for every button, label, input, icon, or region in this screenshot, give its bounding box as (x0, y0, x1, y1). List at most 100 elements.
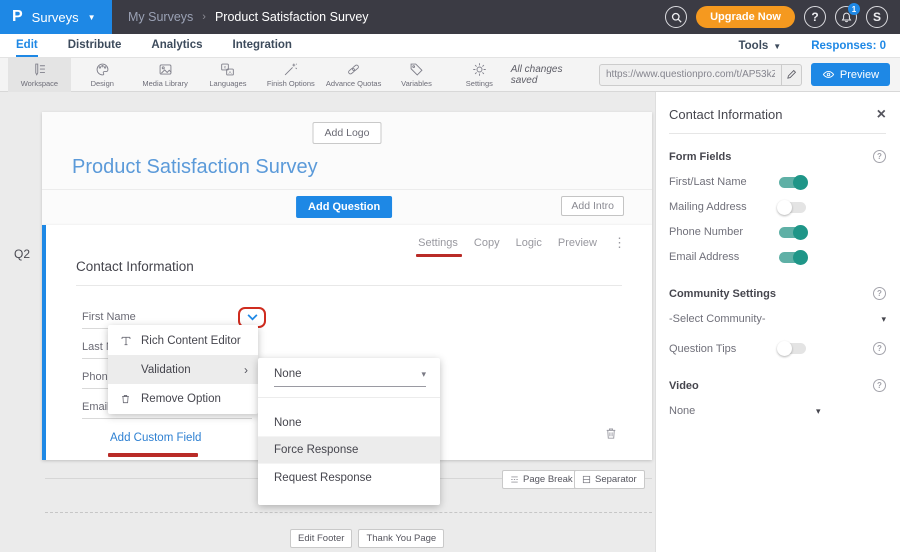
divider (42, 189, 652, 190)
settings-annotation-underline (416, 254, 462, 258)
question-settings-link[interactable]: Settings (418, 237, 458, 249)
field-label-first-name[interactable]: First Name (82, 311, 136, 323)
question-copy-link[interactable]: Copy (474, 237, 500, 249)
community-settings-heading: Community Settings (669, 288, 776, 300)
toolbar-item-settings[interactable]: Settings (448, 58, 511, 92)
survey-title[interactable]: Product Satisfaction Survey (72, 156, 318, 179)
variables-icon (409, 62, 424, 77)
question-more-menu[interactable]: ⋮ (613, 235, 626, 251)
svg-text:x: x (224, 64, 227, 69)
add-intro-button[interactable]: Add Intro (561, 196, 624, 216)
tools-menu[interactable]: Tools ▼ (738, 40, 781, 52)
add-custom-field-link[interactable]: Add Custom Field (110, 432, 201, 444)
page-break-icon (510, 475, 519, 484)
responses-count[interactable]: Responses: 0 (811, 40, 886, 52)
product-switcher[interactable]: P Surveys ▼ (0, 0, 112, 34)
trash-icon (118, 393, 133, 405)
menu-item-rich-content-editor[interactable]: Rich Content Editor (108, 326, 258, 355)
help-icon[interactable]: ? (873, 287, 886, 300)
help-icon[interactable]: ? (873, 342, 886, 355)
question-preview-link[interactable]: Preview (558, 237, 597, 249)
help-button[interactable]: ? (804, 6, 826, 28)
validation-select[interactable]: None ▾ (274, 368, 426, 387)
search-button[interactable] (665, 6, 687, 28)
thank-you-page-button[interactable]: Thank You Page (358, 529, 444, 548)
divider (669, 133, 886, 134)
close-icon[interactable]: × (877, 109, 886, 121)
validation-option-force-response[interactable]: Force Response (258, 437, 440, 464)
email-address-toggle[interactable] (779, 252, 806, 263)
tab-analytics[interactable]: Analytics (151, 34, 202, 57)
pencil-icon (786, 69, 797, 80)
submenu-arrow-icon: › (244, 363, 248, 377)
save-status: All changes saved (511, 64, 590, 86)
chevron-down-icon (247, 314, 258, 321)
add-question-button[interactable]: Add Question (296, 196, 392, 218)
separator-icon (582, 475, 591, 484)
toggle-row-question-tips: Question Tips ? (669, 342, 886, 355)
upgrade-now-button[interactable]: Upgrade Now (696, 6, 795, 28)
settings-icon (472, 62, 487, 77)
question-number: Q2 (14, 247, 30, 261)
question-title[interactable]: Contact Information (76, 259, 194, 274)
finish-options-icon (283, 62, 298, 77)
toolbar-item-finish-options[interactable]: Finish Options (259, 58, 322, 92)
help-icon[interactable]: ? (873, 150, 886, 163)
chevron-down-icon: ▾ (881, 314, 886, 325)
page-break-button[interactable]: Page Break (502, 470, 581, 489)
edit-footer-button[interactable]: Edit Footer (290, 529, 352, 548)
field-underline (82, 418, 252, 419)
toolbar-item-advance-quotas[interactable]: Advance Quotas (322, 58, 385, 92)
chevron-down-icon: ▾ (816, 406, 821, 417)
divider (258, 397, 440, 398)
survey-url-input[interactable] (600, 69, 781, 80)
validation-options-list: None Force Response Request Response (258, 410, 440, 491)
footer-actions: Edit Footer Thank You Page (290, 529, 444, 548)
first-last-name-toggle[interactable] (779, 177, 806, 188)
menu-item-remove-option[interactable]: Remove Option (108, 384, 258, 413)
languages-icon: xA (220, 62, 235, 77)
menu-item-validation[interactable]: Validation › (108, 355, 258, 384)
form-fields-heading: Form Fields (669, 151, 731, 163)
workspace-icon (32, 62, 47, 77)
design-icon (95, 62, 110, 77)
validation-option-none[interactable]: None (258, 410, 440, 437)
toolbar-item-design[interactable]: Design (71, 58, 134, 92)
edit-url-button[interactable] (781, 65, 801, 85)
phone-number-toggle[interactable] (779, 227, 806, 238)
notifications-button[interactable]: 1 (835, 6, 857, 28)
question-logic-link[interactable]: Logic (516, 237, 542, 249)
tab-edit[interactable]: Edit (16, 34, 38, 57)
toggle-row-first-last-name: First/Last Name (669, 176, 886, 188)
product-menu-label: Surveys (32, 10, 79, 25)
add-logo-button[interactable]: Add Logo (313, 122, 382, 144)
video-heading: Video (669, 380, 699, 392)
community-select[interactable]: -Select Community- ▾ (669, 313, 886, 325)
toolbar-item-media-library[interactable]: Media Library (134, 58, 197, 92)
separator-button[interactable]: Separator (574, 470, 645, 489)
preview-button[interactable]: Preview (811, 63, 890, 86)
tab-integration[interactable]: Integration (233, 34, 292, 57)
breadcrumb-separator-icon: › (202, 11, 206, 23)
survey-canvas: Add Logo Product Satisfaction Survey Add… (0, 92, 655, 552)
question-settings-panel: Contact Information × Form Fields ? Firs… (655, 92, 900, 552)
eye-icon (822, 69, 835, 80)
delete-question-button[interactable] (604, 426, 618, 446)
question-tips-toggle[interactable] (779, 343, 806, 354)
user-avatar[interactable]: S (866, 6, 888, 28)
video-select[interactable]: None ▾ (669, 405, 886, 417)
toolbar-item-variables[interactable]: Variables (385, 58, 448, 92)
help-icon[interactable]: ? (873, 379, 886, 392)
editor-toolbar: Workspace Design Media Library xA Langua… (0, 58, 900, 92)
survey-nav: Edit Distribute Analytics Integration To… (0, 34, 900, 58)
chevron-down-icon: ▾ (421, 369, 426, 380)
breadcrumb-parent[interactable]: My Surveys (128, 10, 193, 24)
toolbar-item-languages[interactable]: xA Languages (197, 58, 260, 92)
questionpro-logo-icon: P (12, 8, 23, 26)
mailing-address-toggle[interactable] (779, 202, 806, 213)
toolbar-item-workspace[interactable]: Workspace (8, 58, 71, 92)
tools-label: Tools (738, 40, 768, 52)
tab-distribute[interactable]: Distribute (68, 34, 122, 57)
validation-option-request-response[interactable]: Request Response (258, 464, 440, 491)
toggle-row-phone-number: Phone Number (669, 226, 886, 238)
